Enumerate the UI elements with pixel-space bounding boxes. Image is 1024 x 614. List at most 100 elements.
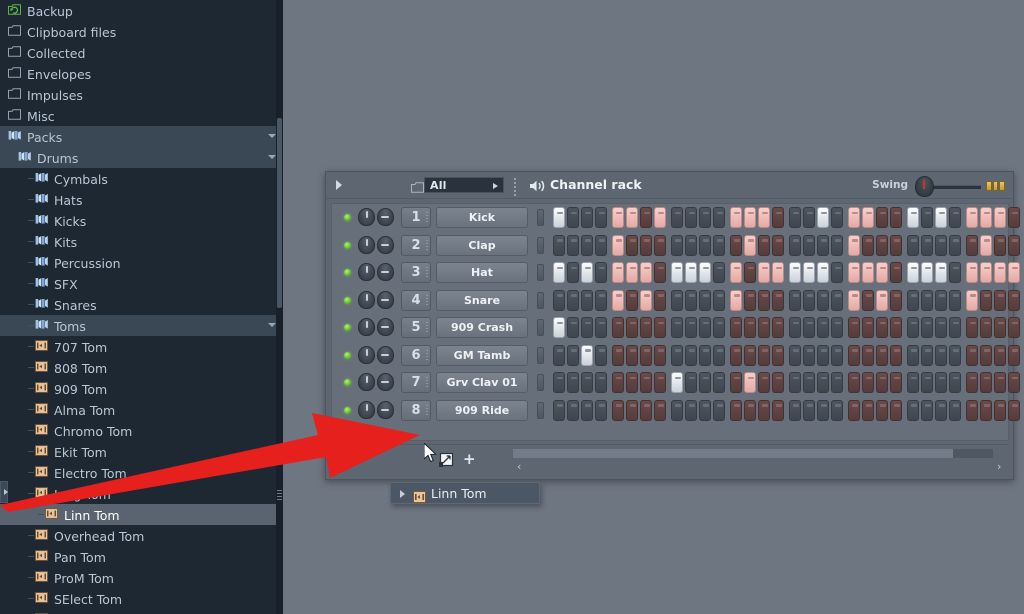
step-button[interactable] <box>654 372 666 393</box>
step-button[interactable] <box>803 399 815 421</box>
chevron-down-icon[interactable] <box>268 134 276 138</box>
step-button[interactable] <box>699 289 711 311</box>
step-button[interactable] <box>758 317 770 338</box>
step-button[interactable] <box>817 262 829 283</box>
step-button[interactable] <box>758 289 770 311</box>
channel-name-button[interactable]: 909 Crash <box>436 317 528 338</box>
step-button[interactable] <box>713 207 725 228</box>
step-button[interactable] <box>772 207 784 228</box>
step-button[interactable] <box>817 207 829 228</box>
step-button[interactable] <box>699 317 711 338</box>
step-button[interactable] <box>553 207 565 228</box>
channel-name-button[interactable]: Hat <box>436 262 528 283</box>
step-button[interactable] <box>699 344 711 366</box>
step-sequencer-row[interactable] <box>553 317 1024 339</box>
step-button[interactable] <box>699 262 711 283</box>
step-button[interactable] <box>758 207 770 228</box>
step-button[interactable] <box>772 344 784 366</box>
step-button[interactable] <box>848 262 860 283</box>
step-button[interactable] <box>730 399 742 421</box>
step-button[interactable] <box>862 399 874 421</box>
channel-mute-led[interactable] <box>344 214 351 221</box>
step-button[interactable] <box>935 207 947 228</box>
step-button[interactable] <box>654 399 666 421</box>
step-button[interactable] <box>949 234 961 256</box>
step-button[interactable] <box>1008 372 1020 393</box>
browser-item-chromo-tom[interactable]: Chromo Tom <box>0 420 283 441</box>
step-button[interactable] <box>581 234 593 256</box>
step-button[interactable] <box>862 262 874 283</box>
step-button[interactable] <box>595 317 607 338</box>
step-button[interactable] <box>567 317 579 338</box>
step-button[interactable] <box>848 234 860 256</box>
step-button[interactable] <box>831 234 843 256</box>
step-button[interactable] <box>890 262 902 283</box>
browser-item-hats[interactable]: Hats <box>0 189 283 210</box>
step-button[interactable] <box>685 289 697 311</box>
browser-item-ekit-tom[interactable]: Ekit Tom <box>0 441 283 462</box>
step-button[interactable] <box>612 399 624 421</box>
step-button[interactable] <box>713 399 725 421</box>
step-button[interactable] <box>581 344 593 366</box>
channel-row[interactable]: 6 GM Tamb <box>332 342 1020 370</box>
step-button[interactable] <box>730 344 742 366</box>
channel-volume-knob[interactable] <box>377 208 394 226</box>
step-button[interactable] <box>907 207 919 228</box>
step-sequencer-row[interactable] <box>553 234 1024 257</box>
step-button[interactable] <box>817 317 829 338</box>
step-button[interactable] <box>907 262 919 283</box>
step-button[interactable] <box>685 234 697 256</box>
step-button[interactable] <box>949 372 961 393</box>
step-button[interactable] <box>921 289 933 311</box>
step-button[interactable] <box>699 234 711 256</box>
step-button[interactable] <box>553 344 565 366</box>
step-button[interactable] <box>612 344 624 366</box>
step-button[interactable] <box>626 372 638 393</box>
step-button[interactable] <box>876 317 888 338</box>
channel-pan-knob[interactable] <box>358 345 375 364</box>
step-button[interactable] <box>567 344 579 366</box>
step-button[interactable] <box>890 317 902 338</box>
channel-mixer-strip[interactable] <box>537 374 544 391</box>
step-sequencer-row[interactable] <box>553 344 1024 367</box>
step-button[interactable] <box>876 234 888 256</box>
add-channel-plus[interactable]: + <box>463 452 476 467</box>
channel-volume-knob[interactable] <box>377 263 394 281</box>
channel-number[interactable]: 6 <box>401 344 431 366</box>
step-button[interactable] <box>758 344 770 366</box>
step-button[interactable] <box>803 262 815 283</box>
step-button[interactable] <box>1008 399 1020 421</box>
step-button[interactable] <box>980 262 992 283</box>
step-button[interactable] <box>685 207 697 228</box>
step-button[interactable] <box>685 317 697 338</box>
step-button[interactable] <box>640 372 652 393</box>
step-button[interactable] <box>890 207 902 228</box>
step-button[interactable] <box>935 399 947 421</box>
browser-item-sfx[interactable]: SFX <box>0 273 283 294</box>
step-button[interactable] <box>758 234 770 256</box>
step-button[interactable] <box>626 289 638 311</box>
step-button[interactable] <box>699 399 711 421</box>
step-button[interactable] <box>567 399 579 421</box>
step-sequencer-row[interactable] <box>553 372 1024 394</box>
step-button[interactable] <box>626 344 638 366</box>
chevron-right-icon[interactable] <box>493 183 498 189</box>
step-button[interactable] <box>671 207 683 228</box>
step-button[interactable] <box>730 372 742 393</box>
step-button[interactable] <box>949 289 961 311</box>
step-button[interactable] <box>789 317 801 338</box>
step-button[interactable] <box>595 207 607 228</box>
browser-item-drums[interactable]: Drums <box>0 147 283 168</box>
step-button[interactable] <box>595 372 607 393</box>
step-button[interactable] <box>567 262 579 283</box>
step-button[interactable] <box>699 372 711 393</box>
step-button[interactable] <box>744 399 756 421</box>
step-button[interactable] <box>654 317 666 338</box>
step-button[interactable] <box>581 289 593 311</box>
step-button[interactable] <box>890 399 902 421</box>
step-button[interactable] <box>980 344 992 366</box>
step-button[interactable] <box>567 234 579 256</box>
step-button[interactable] <box>980 234 992 256</box>
chevron-down-icon[interactable] <box>268 155 276 159</box>
step-button[interactable] <box>831 372 843 393</box>
